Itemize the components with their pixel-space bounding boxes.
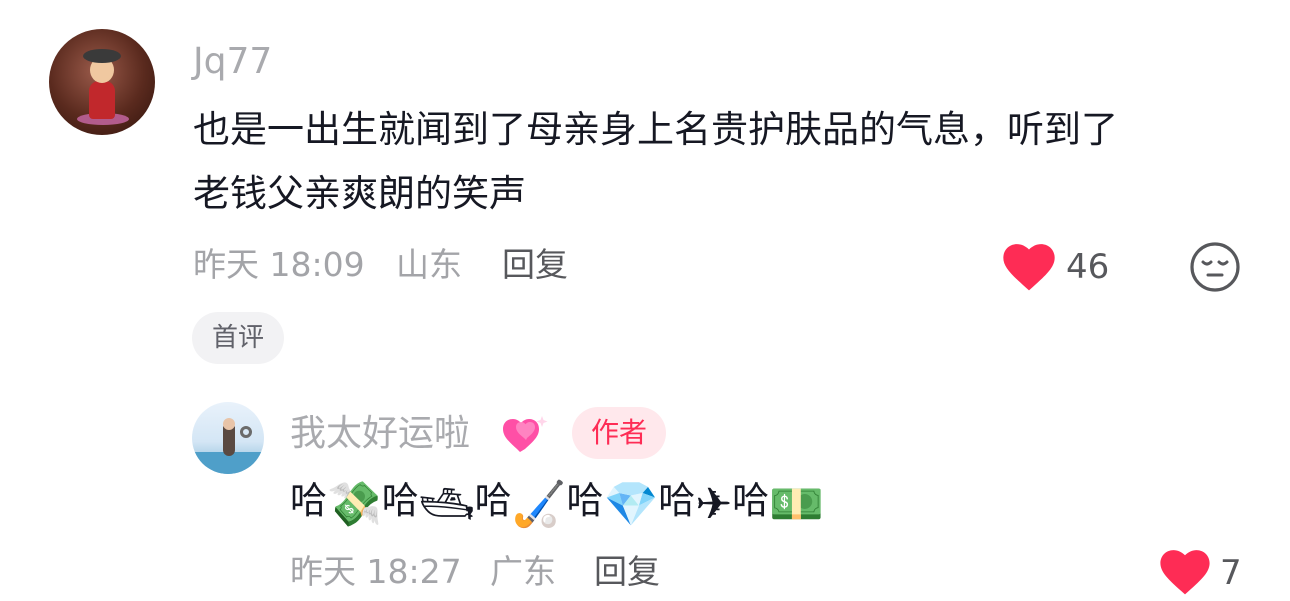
reply-text-part: 哈 bbox=[658, 479, 696, 522]
motor-boat-emoji: 🛥 bbox=[418, 479, 475, 530]
reply-text-part: 哈 bbox=[381, 479, 419, 522]
avatar-figure-hat bbox=[83, 49, 121, 63]
field-hockey-emoji: 🏑 bbox=[511, 479, 567, 530]
reply-avatar-face bbox=[223, 418, 235, 430]
sparkling-heart-icon bbox=[500, 410, 550, 456]
airplane-emoji: ✈ bbox=[695, 479, 733, 530]
comment-text-line-2: 老钱父亲爽朗的笑声 bbox=[193, 172, 526, 215]
comment-timestamp: 昨天 18:09 bbox=[193, 245, 365, 284]
reply-text-part: 哈 bbox=[474, 479, 512, 522]
reply-like-count: 7 bbox=[1220, 553, 1242, 593]
comment-text-line-1: 也是一出生就闻到了母亲身上名贵护肤品的气息，听到了 bbox=[193, 108, 1118, 151]
reply-text-part: 哈 bbox=[732, 479, 770, 522]
first-comment-badge: 首评 bbox=[192, 312, 285, 364]
avatar-figure-body bbox=[89, 81, 115, 119]
avatar[interactable] bbox=[49, 29, 155, 135]
gem-emoji: 💎 bbox=[603, 479, 659, 530]
reply-reply-button[interactable]: 回复 bbox=[594, 555, 660, 588]
reply-like-button[interactable] bbox=[1159, 549, 1211, 595]
dollar-banknote-emoji: 💵 bbox=[769, 479, 824, 530]
reply-text-part: 哈 bbox=[566, 479, 604, 522]
heart-icon bbox=[1160, 550, 1210, 595]
reply-button[interactable]: 回复 bbox=[502, 248, 568, 281]
like-button[interactable] bbox=[1002, 243, 1056, 291]
like-count: 46 bbox=[1066, 247, 1110, 287]
reply-content: 哈💸哈🛥哈🏑哈💎哈✈哈💵 bbox=[290, 482, 824, 527]
reply-username[interactable]: 我太好运啦 bbox=[290, 416, 470, 452]
reply-timestamp: 昨天 18:27 bbox=[290, 552, 462, 591]
money-with-wings-emoji: 💸 bbox=[327, 479, 382, 530]
comment-username[interactable]: Jq77 bbox=[193, 44, 272, 80]
author-badge: 作者 bbox=[572, 407, 667, 459]
comment-location: 山东 bbox=[396, 245, 462, 284]
reply-location: 广东 bbox=[490, 552, 556, 591]
reply-avatar[interactable] bbox=[192, 402, 264, 474]
reply-text-part: 哈 bbox=[290, 479, 327, 522]
dislike-face-icon[interactable] bbox=[1189, 241, 1241, 293]
heart-icon bbox=[1003, 244, 1055, 291]
reply-avatar-ring bbox=[240, 426, 252, 438]
